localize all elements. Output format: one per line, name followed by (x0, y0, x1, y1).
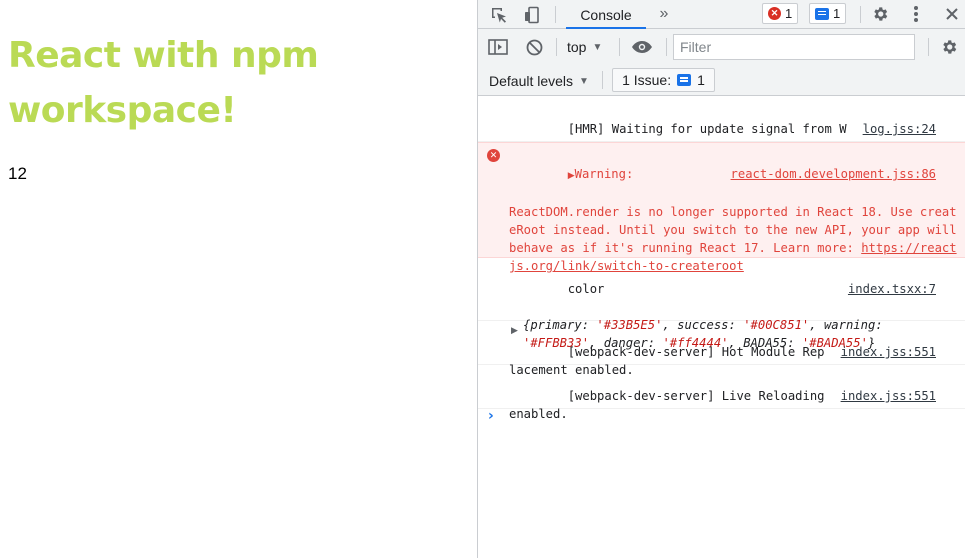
filter-input[interactable] (673, 34, 915, 60)
more-options-icon[interactable] (906, 3, 926, 25)
console-message: index.jss:551 [webpack-dev-server] Hot Mo… (478, 321, 965, 377)
log-levels-label: Default levels (489, 73, 574, 89)
console-messages: log.jss:24 [HMR] Waiting for update signa… (478, 97, 965, 421)
message-source-link[interactable]: react-dom.development.jss:86 (731, 165, 936, 183)
error-icon: ✕ (487, 149, 500, 162)
dropdown-arrow-icon: ▼ (579, 75, 589, 87)
log-levels-dropdown[interactable]: Default levels ▼ (489, 70, 589, 92)
message-text: color (567, 282, 605, 296)
toolbar-separator (619, 38, 620, 56)
console-message: log.jss:24 [HMR] Waiting for update signa… (478, 97, 965, 154)
message-source-link[interactable]: log.jss:24 (863, 120, 936, 138)
sidebar-toggle-icon[interactable] (487, 37, 509, 57)
error-count: 1 (785, 6, 793, 21)
message-count: 1 (833, 6, 841, 21)
toolbar-separator (555, 6, 556, 23)
toolbar-separator (556, 38, 557, 56)
message-icon (815, 7, 829, 20)
clear-console-icon[interactable] (524, 37, 544, 57)
message-text: [webpack-dev-server] Live Reloading enab… (509, 389, 832, 421)
toolbar-separator (860, 6, 861, 23)
message-source-link[interactable]: index.jss:551 (841, 343, 936, 361)
close-icon[interactable] (942, 3, 962, 25)
console-message: index.jss:551 [webpack-dev-server] Live R… (478, 365, 965, 421)
error-icon: ✕ (768, 7, 781, 20)
warning-label: Warning: (574, 167, 634, 181)
page-title: React with npm workspace! (8, 35, 319, 131)
context-value: top (567, 39, 587, 55)
toolbar-separator (928, 38, 929, 56)
issues-button[interactable]: 1 Issue: 1 (612, 68, 715, 92)
console-level-toolbar: Default levels ▼ 1 Issue: 1 (478, 65, 965, 96)
issue-icon (677, 74, 692, 86)
live-expression-eye-icon[interactable] (630, 37, 654, 57)
chevron-double-right-icon[interactable]: » (654, 3, 674, 25)
console-message: index.tsxx:7 color ▶ {primary: '#33B5E5', … (478, 258, 965, 350)
console-prompt[interactable]: › (488, 408, 494, 424)
issues-count: 1 (697, 72, 705, 88)
page-count: 12 (8, 164, 27, 183)
message-count-badge[interactable]: 1 (809, 3, 847, 24)
console-warning-message: ✕ react-dom.development.jss:86 ▶Warning: … (478, 142, 965, 273)
tab-console[interactable]: Console (566, 0, 646, 29)
toolbar-separator (666, 38, 667, 56)
settings-gear-icon[interactable] (869, 3, 891, 25)
page-viewport: React with npm workspace! 12 (0, 0, 477, 558)
console-settings-gear-icon[interactable] (938, 36, 960, 58)
dropdown-arrow-icon: ▼ (592, 41, 603, 53)
error-count-badge[interactable]: ✕ 1 (762, 3, 799, 24)
message-source-link[interactable]: index.tsxx:7 (848, 280, 936, 298)
device-toolbar-icon[interactable] (521, 4, 543, 26)
issues-label: 1 Issue: (622, 72, 672, 88)
inspect-element-icon[interactable] (488, 4, 510, 26)
console-toolbar: top ▼ (478, 29, 965, 65)
devtools-main-toolbar: Console » ✕ 1 1 (478, 0, 965, 29)
toolbar-separator (602, 71, 603, 89)
devtools-panel: Console » ✕ 1 1 top ▼ Filter Default lev… (477, 0, 965, 558)
expand-triangle-icon[interactable]: ▶ (568, 171, 575, 181)
context-selector[interactable]: top ▼ (567, 35, 602, 59)
message-source-link[interactable]: index.jss:551 (841, 387, 936, 405)
